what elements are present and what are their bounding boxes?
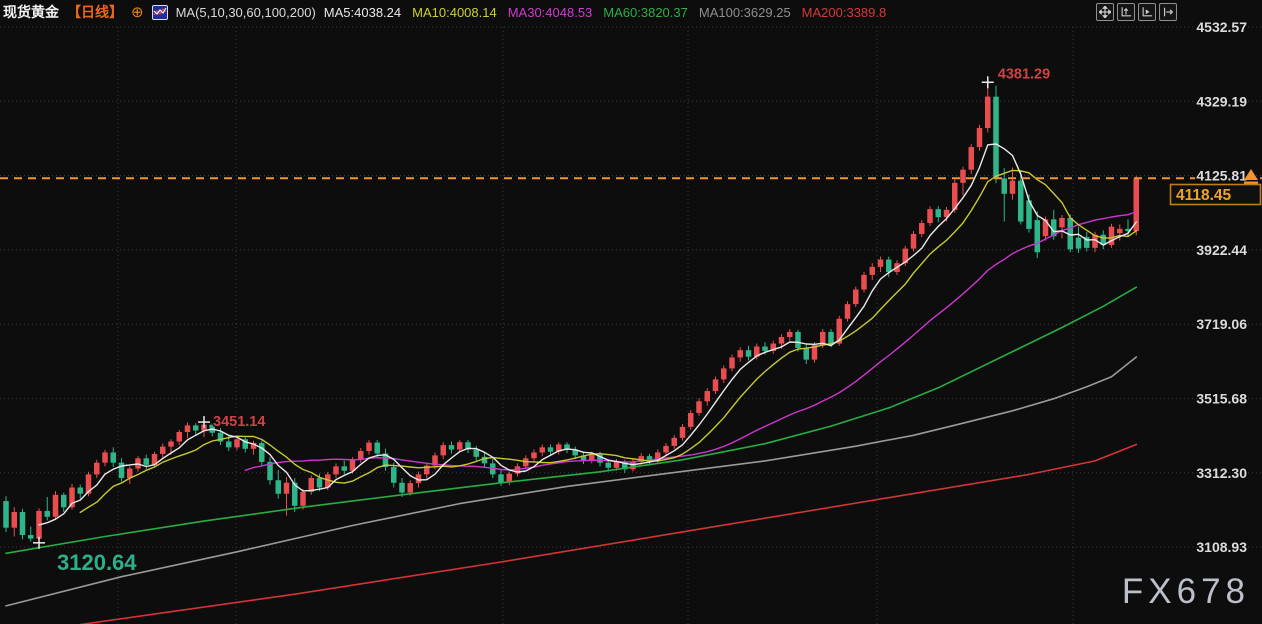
axis-tick-label: 3515.68 — [1196, 390, 1247, 406]
ma-value-label: MA10:4008.14 — [412, 5, 497, 20]
axis-tick-label: 4329.19 — [1196, 93, 1247, 109]
price-annotation-4381.29: 4381.29 — [998, 66, 1050, 82]
price-annotation-3451.14: 3451.14 — [213, 414, 265, 430]
ma-value-label: MA100:3629.25 — [699, 5, 791, 20]
chart-toolbar — [1096, 3, 1177, 21]
axis-tick-label: 4125.81 — [1196, 168, 1247, 184]
ma-value-label: MA30:4048.53 — [508, 5, 593, 20]
current-price-value: 4118.45 — [1176, 187, 1232, 204]
price-chart[interactable]: 3120.64 3451.14 4381.29 4532.57 4329.19 4125.… — [0, 0, 1262, 624]
circle-plus-icon[interactable]: ⊕ — [131, 5, 144, 20]
axis-tick-label: 3719.06 — [1196, 316, 1247, 332]
ma-params-label: MA(5,10,30,60,100,200) — [176, 5, 316, 20]
axis-tick-label: 3108.93 — [1196, 539, 1247, 555]
fx678-watermark: FX678 — [1122, 572, 1250, 612]
axis-tick-label: 4532.57 — [1196, 19, 1247, 35]
ma-value-label: MA5:4038.24 — [324, 5, 401, 20]
price-annotation-3120.64: 3120.64 — [57, 550, 137, 575]
kline-chart-icon[interactable] — [152, 5, 168, 20]
ma-value-label: MA60:3820.37 — [603, 5, 688, 20]
axis-play-icon[interactable] — [1138, 3, 1156, 21]
axis-tick-label: 3922.44 — [1196, 242, 1247, 258]
ma-value-label: MA200:3389.8 — [802, 5, 887, 20]
axis-zoom-up-icon[interactable] — [1117, 3, 1135, 21]
chart-header: 现货黄金 【日线】 ⊕ MA(5,10,30,60,100,200) MA5:4… — [0, 0, 886, 24]
period-label[interactable]: 【日线】 — [67, 2, 123, 22]
ma-values: MA5:4038.24 MA10:4008.14 MA30:4048.53 MA60:… — [324, 5, 886, 20]
shift-right-icon[interactable] — [1159, 3, 1177, 21]
axis-tick-label: 3312.30 — [1196, 465, 1247, 481]
move-icon[interactable] — [1096, 3, 1114, 21]
symbol-title: 现货黄金 — [3, 2, 59, 22]
